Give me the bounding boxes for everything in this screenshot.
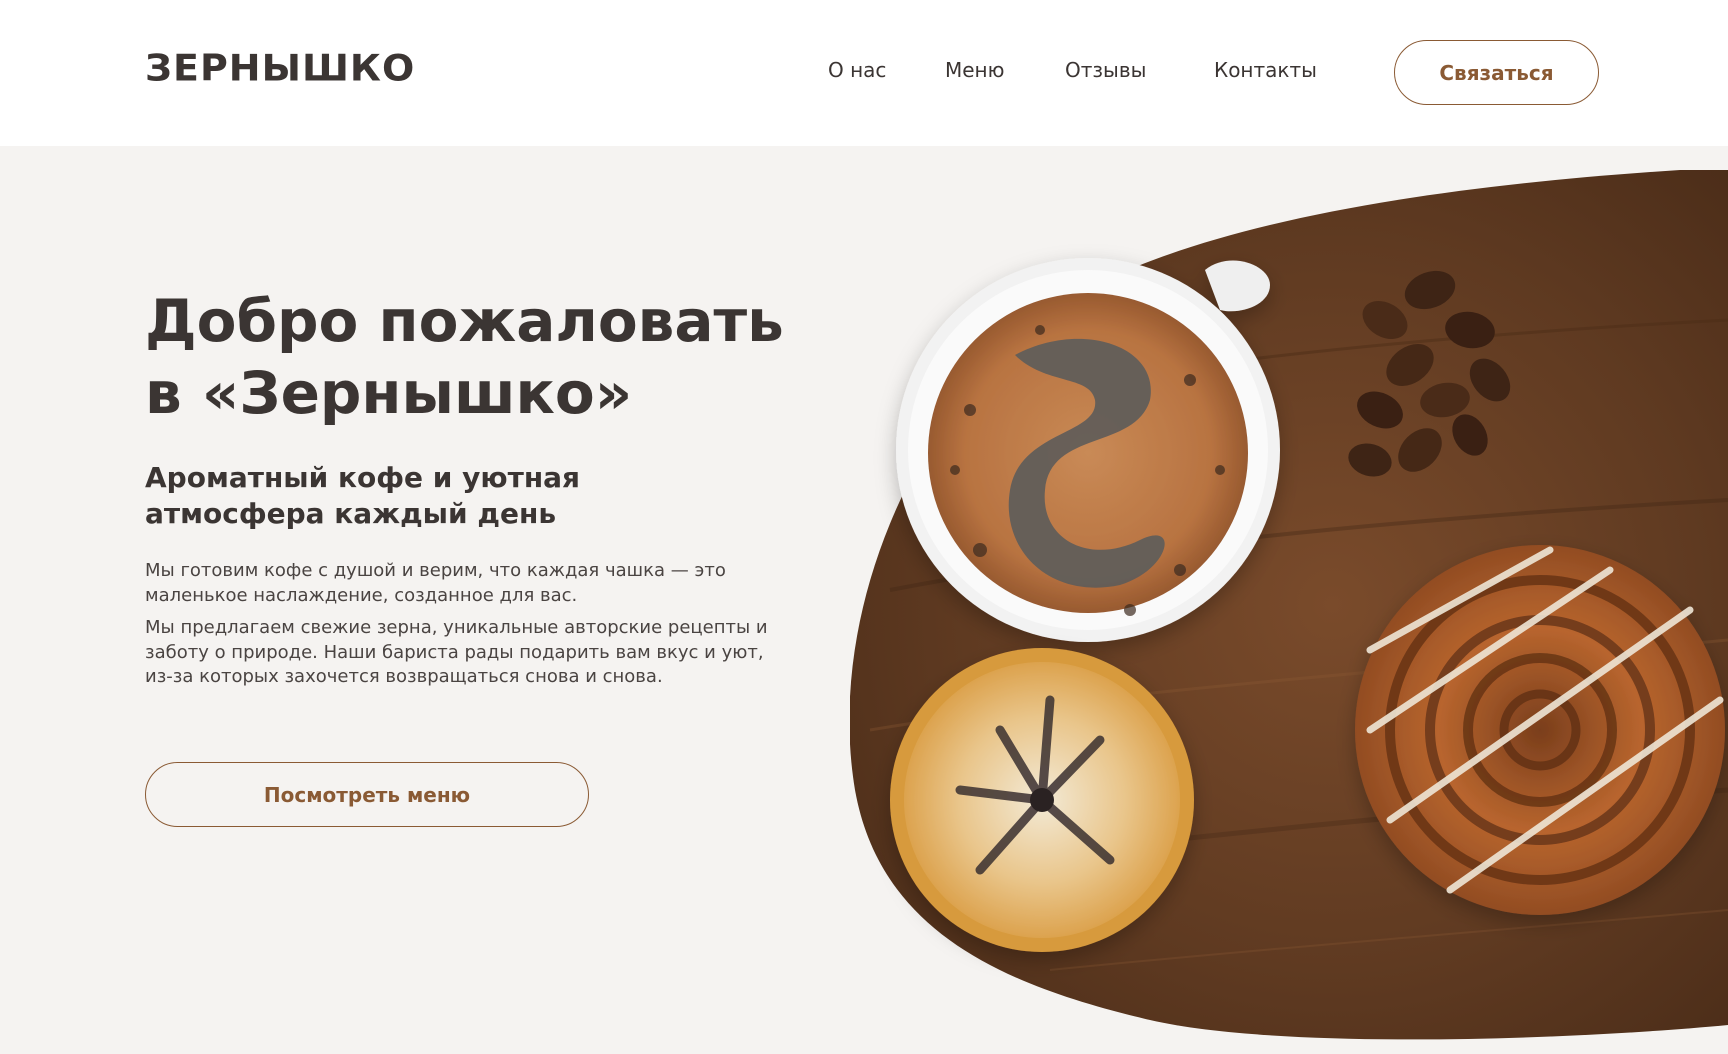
hero-paragraph-2: Мы предлагаем свежие зерна, уникальные а… xyxy=(145,617,768,687)
cinnamon-roll-icon xyxy=(1355,545,1725,915)
logo[interactable]: ЗЕРНЫШКО xyxy=(145,47,415,89)
hero-title-line1: Добро пожаловать xyxy=(145,287,784,355)
nav-item-about[interactable]: О нас xyxy=(828,58,886,82)
contact-button[interactable]: Связаться xyxy=(1394,40,1599,105)
hero-subtitle-line2: атмосфера каждый день xyxy=(145,497,557,530)
hero-illustration xyxy=(850,170,1728,1040)
hero-subtitle: Ароматный кофе и уютная атмосфера каждый… xyxy=(145,460,705,532)
coffee-cup-icon xyxy=(896,258,1280,642)
hero-title-line2: в «Зернышко» xyxy=(145,359,633,427)
site-header: ЗЕРНЫШКО О нас Меню Отзывы Контакты Связ… xyxy=(0,0,1728,146)
nav-item-contacts[interactable]: Контакты xyxy=(1214,58,1317,82)
hero-paragraph-1: Мы готовим кофе с душой и верим, что каж… xyxy=(145,560,726,606)
view-menu-button[interactable]: Посмотреть меню xyxy=(145,762,589,827)
hero-subtitle-line1: Ароматный кофе и уютная xyxy=(145,461,581,494)
nav-item-menu[interactable]: Меню xyxy=(945,58,1004,82)
pastry-icon xyxy=(890,648,1194,952)
nav-item-reviews[interactable]: Отзывы xyxy=(1065,58,1146,82)
hero-title: Добро пожаловать в «Зернышко» xyxy=(145,285,845,429)
